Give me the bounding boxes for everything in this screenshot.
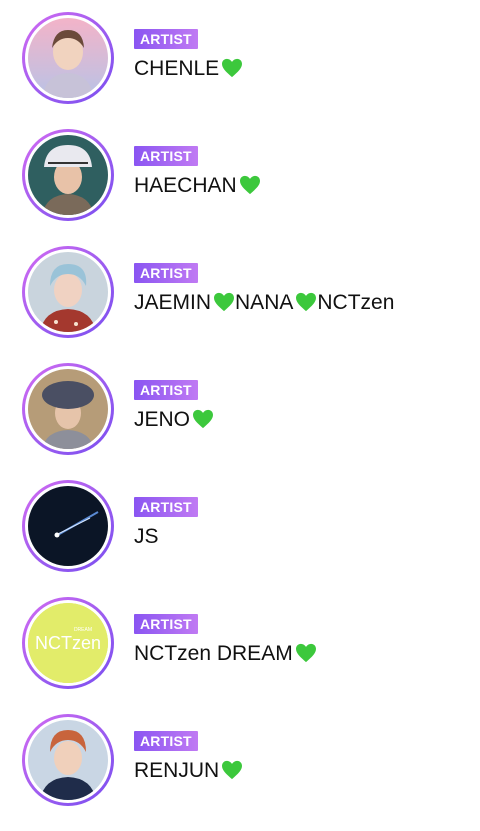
list-item-js[interactable]: ARTIST JS (0, 480, 480, 597)
artist-badge: ARTIST (134, 29, 198, 49)
green-heart-icon (295, 643, 316, 663)
avatar[interactable] (28, 252, 108, 332)
nctzen-logo-icon: NCTzen DREAM (28, 603, 108, 683)
logo-subtext: DREAM (74, 627, 92, 633)
artist-name: NCTzen DREAM (134, 640, 317, 668)
person-avatar-icon (28, 369, 108, 449)
avatar[interactable] (28, 369, 108, 449)
artist-badge: ARTIST (134, 263, 198, 283)
avatar[interactable] (28, 135, 108, 215)
green-heart-icon (214, 292, 235, 312)
artist-badge: ARTIST (134, 146, 198, 166)
green-heart-icon (222, 58, 243, 78)
artist-name: JS (134, 525, 159, 548)
avatar-ring (22, 363, 114, 455)
person-avatar-icon (28, 252, 108, 332)
green-heart-icon (296, 292, 317, 312)
list-item-chenle[interactable]: ARTIST CHENLE (0, 12, 480, 129)
list-item-jaemin[interactable]: ARTIST JAEMIN NANA NCTzen (0, 246, 480, 363)
list-item-renjun[interactable]: ARTIST RENJUN (0, 714, 480, 831)
person-avatar-icon (28, 135, 108, 215)
person-avatar-icon (28, 18, 108, 98)
artist-badge: ARTIST (134, 497, 198, 517)
avatar[interactable] (28, 18, 108, 98)
artist-name: JAEMIN NANA NCTzen (134, 291, 395, 314)
list-item-haechan[interactable]: ARTIST HAECHAN (0, 129, 480, 246)
logo-text: NCTzen (35, 633, 101, 653)
artist-name: CHENLE (134, 55, 243, 83)
green-heart-icon (222, 760, 243, 780)
avatar[interactable] (28, 486, 108, 566)
green-heart-icon (239, 175, 260, 195)
list-item-nctzen-dream[interactable]: NCTzen DREAM ARTIST NCTzen DREAM (0, 597, 480, 714)
person-avatar-icon (28, 720, 108, 800)
artist-name: JENO (134, 406, 214, 434)
shooting-star-icon (28, 486, 108, 566)
avatar[interactable]: NCTzen DREAM (28, 603, 108, 683)
avatar[interactable] (28, 720, 108, 800)
green-heart-icon (193, 409, 214, 429)
artist-badge: ARTIST (134, 614, 198, 634)
artist-badge: ARTIST (134, 380, 198, 400)
avatar-ring: NCTzen DREAM (22, 597, 114, 689)
avatar-ring (22, 246, 114, 338)
artist-badge: ARTIST (134, 731, 198, 751)
list-item-jeno[interactable]: ARTIST JENO (0, 363, 480, 480)
avatar-ring (22, 714, 114, 806)
avatar-ring (22, 480, 114, 572)
artist-name: RENJUN (134, 757, 243, 785)
artist-name: HAECHAN (134, 172, 261, 200)
avatar-ring (22, 12, 114, 104)
avatar-ring (22, 129, 114, 221)
